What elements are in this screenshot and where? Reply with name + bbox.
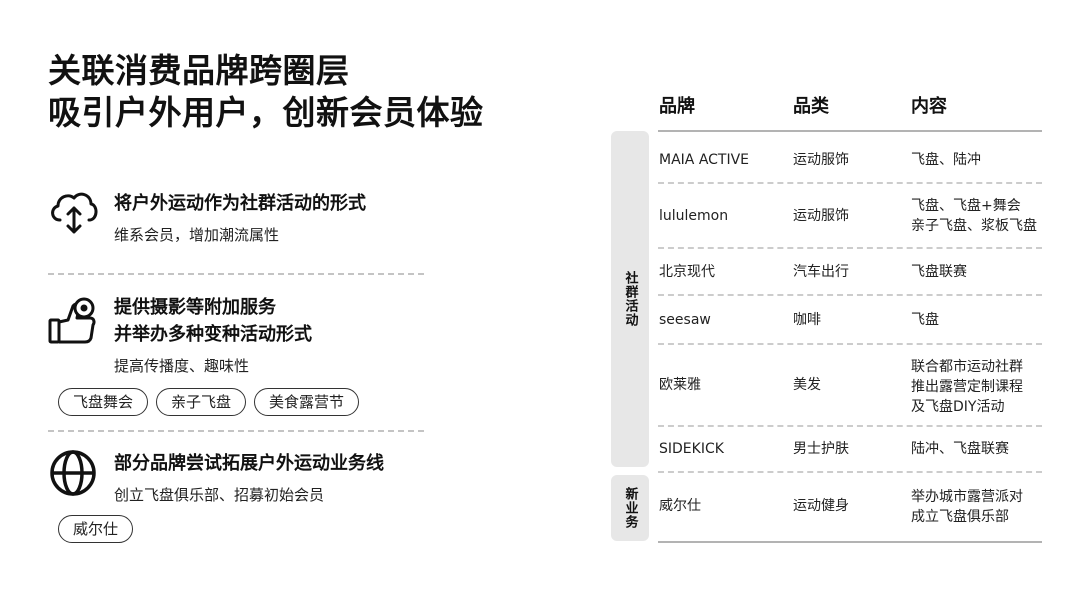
divider (48, 430, 424, 432)
feature-text: 提供摄影等附加服务 并举办多种变种活动形式 提高传播度、趣味性 (114, 294, 444, 376)
table-cell-content: 陆冲、飞盘联赛 (911, 441, 1009, 457)
table-cell-brand: MAIA ACTIVE (659, 152, 750, 168)
column-header-category: 品类 (793, 96, 829, 117)
page-title: 关联消费品牌跨圈层 吸引户外用户，创新会员体验 (48, 50, 484, 134)
table-cell-category: 运动健身 (793, 498, 849, 514)
column-header-brand: 品牌 (659, 96, 695, 117)
tag-family-frisbee[interactable]: 亲子飞盘 (156, 388, 247, 416)
table-cell-brand: 北京现代 (659, 264, 715, 280)
table-cell-content: 飞盘联赛 (911, 264, 967, 280)
table-cell-category: 运动服饰 (793, 208, 849, 224)
tag-list: 飞盘舞会 亲子飞盘 美食露营节 (58, 388, 360, 416)
feature-new-business: 部分品牌尝试拓展户外运动业务线 创立飞盘俱乐部、招募初始会员 (48, 450, 428, 510)
cloud-transfer-icon (51, 192, 98, 234)
feature-extra-services: 提供摄影等附加服务 并举办多种变种活动形式 提高传播度、趣味性 (48, 294, 428, 384)
tag-list: 威尔仕 (58, 515, 134, 543)
table-cell-brand: seesaw (659, 312, 711, 328)
table-cell-content: 联合都市运动社群 推出露营定制课程 及飞盘DIY活动 (911, 359, 1023, 415)
row-divider (658, 182, 1042, 184)
feature-heading: 部分品牌尝试拓展户外运动业务线 (114, 453, 384, 474)
table-bottom-rule (658, 541, 1042, 543)
tag-wills[interactable]: 威尔仕 (58, 515, 134, 543)
feature-text: 部分品牌尝试拓展户外运动业务线 创立飞盘俱乐部、招募初始会员 (114, 450, 444, 505)
tag-food-camping[interactable]: 美食露营节 (254, 388, 360, 416)
divider (48, 273, 424, 275)
feature-text: 将户外运动作为社群活动的形式 维系会员，增加潮流属性 (114, 190, 444, 245)
table-cell-content: 飞盘、陆冲 (911, 152, 981, 168)
feature-heading: 提供摄影等附加服务 (114, 297, 276, 318)
table-cell-content: 举办城市露营派对 成立飞盘俱乐部 (911, 489, 1023, 525)
title-line-2: 吸引户外用户，创新会员体验 (48, 93, 484, 132)
feature-heading: 将户外运动作为社群活动的形式 (114, 193, 366, 214)
table-cell-category: 男士护肤 (793, 441, 849, 457)
feature-subtext: 创立飞盘俱乐部、招募初始会员 (114, 486, 325, 504)
table-cell-brand: lululemon (659, 208, 729, 224)
table-cell-category: 咖啡 (793, 312, 821, 328)
table-cell-content: 飞盘 (911, 312, 939, 328)
row-divider (658, 425, 1042, 427)
table-cell-category: 汽车出行 (793, 264, 849, 280)
table-cell-brand: SIDEKICK (659, 441, 724, 457)
feature-subtext: 维系会员，增加潮流属性 (114, 226, 280, 244)
row-divider (658, 343, 1042, 345)
table-cell-category: 运动服饰 (793, 152, 849, 168)
table-header-rule (658, 130, 1042, 132)
title-line-1: 关联消费品牌跨圈层 (48, 51, 350, 90)
table-cell-brand: 威尔仕 (659, 498, 701, 514)
row-divider (658, 247, 1042, 249)
tag-frisbee-dance[interactable]: 飞盘舞会 (58, 388, 149, 416)
table-cell-content: 飞盘、飞盘+舞会 亲子飞盘、浆板飞盘 (911, 198, 1037, 234)
feature-subtext: 提高传播度、趣味性 (114, 357, 250, 375)
group-label-new-business: 新业务 (611, 475, 649, 541)
table-cell-category: 美发 (793, 377, 821, 393)
globe-icon (50, 450, 96, 496)
row-divider (658, 294, 1042, 296)
feature-community-activity: 将户外运动作为社群活动的形式 维系会员，增加潮流属性 (48, 190, 428, 260)
row-divider (658, 471, 1042, 473)
group-label-community: 社群活动 (611, 131, 649, 467)
camera-thumbs-up-icon (48, 297, 96, 344)
table-cell-brand: 欧莱雅 (659, 377, 701, 393)
column-header-content: 内容 (911, 96, 947, 117)
feature-heading-line-2: 并举办多种变种活动形式 (114, 324, 312, 345)
